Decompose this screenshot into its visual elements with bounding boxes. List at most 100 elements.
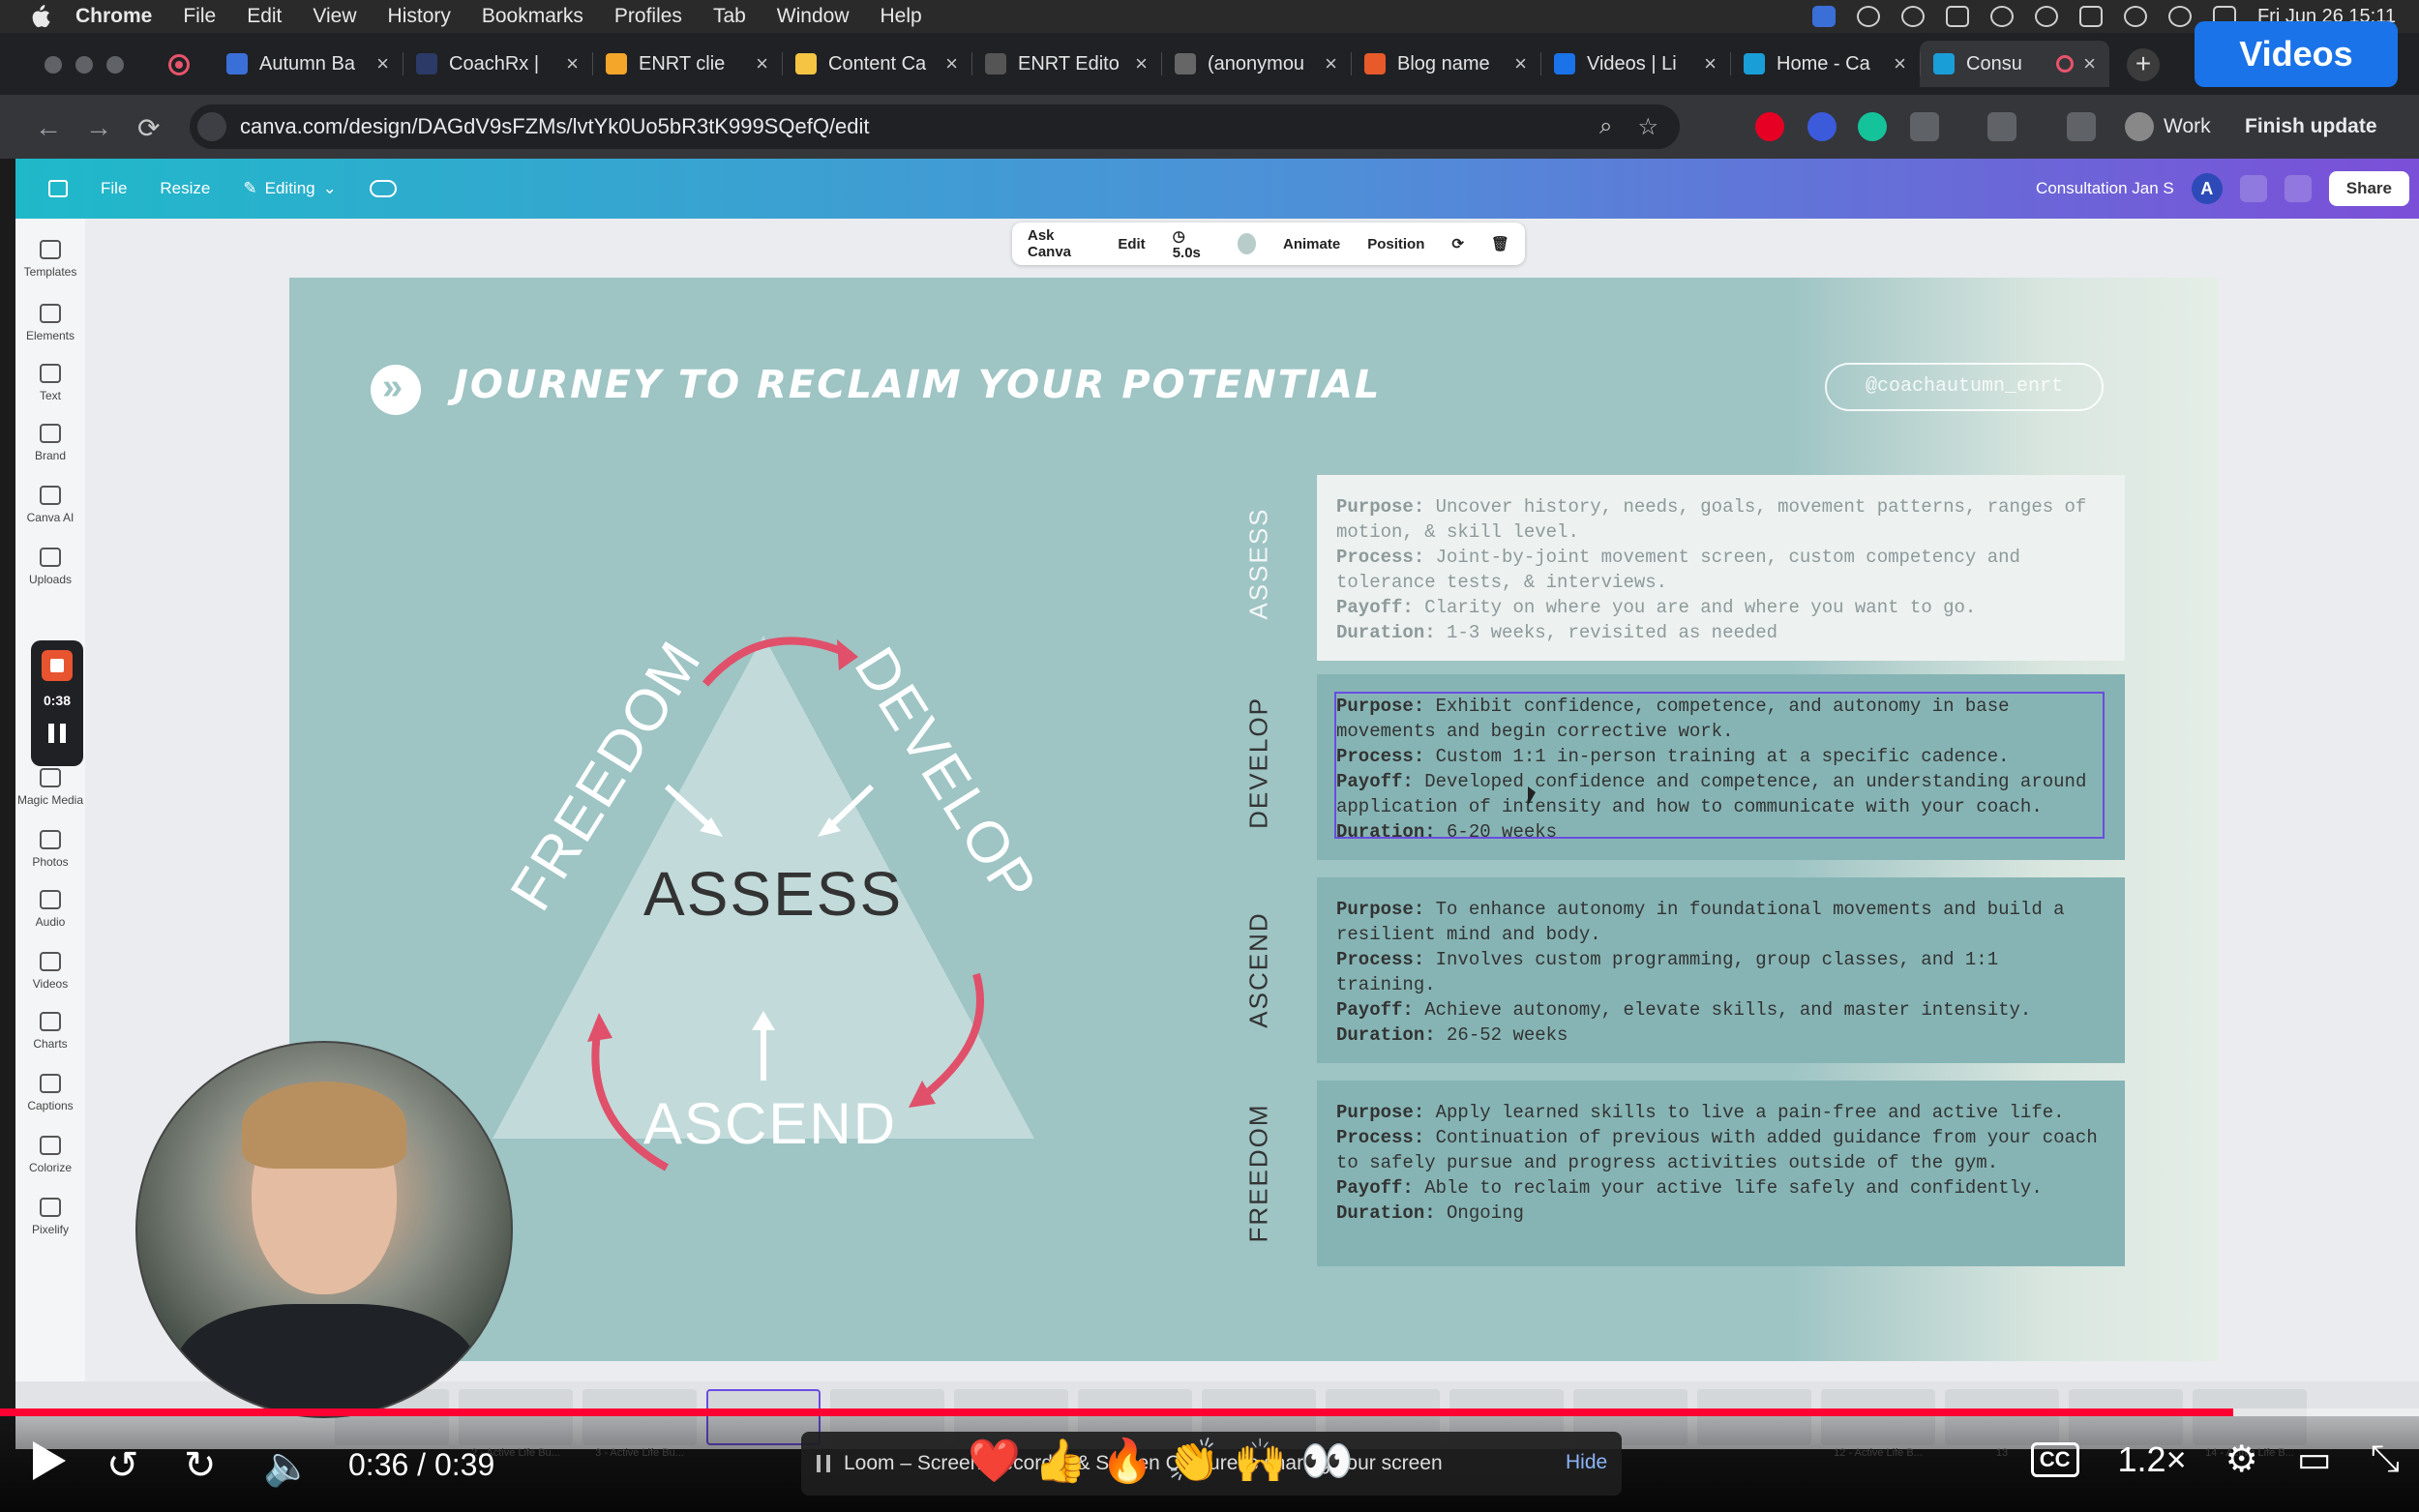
browser-tab[interactable]: CoachRx | × xyxy=(403,41,592,87)
close-tab-icon[interactable]: × xyxy=(1325,51,1337,76)
close-tab-icon[interactable]: × xyxy=(756,51,768,76)
menu-view[interactable]: View xyxy=(313,5,356,28)
ask-canva-button[interactable]: Ask Canva xyxy=(1028,227,1090,260)
settings-gear-icon[interactable]: ⚙ xyxy=(2225,1438,2258,1481)
profile-button[interactable]: Work xyxy=(2125,108,2211,145)
volume-icon[interactable]: 🔈 xyxy=(263,1443,312,1489)
browser-tab[interactable]: ENRT Edito × xyxy=(971,41,1161,87)
browser-tab[interactable]: Consu × xyxy=(1920,41,2109,87)
browser-tab[interactable]: ENRT clie × xyxy=(592,41,782,87)
user-icon[interactable] xyxy=(2034,6,2058,27)
file-menu[interactable]: File xyxy=(101,179,127,198)
menu-history[interactable]: History xyxy=(388,5,451,28)
refresh-icon[interactable]: ⟳ xyxy=(1451,235,1464,252)
sidebar-item-magic-media[interactable]: Magic Media xyxy=(15,768,85,807)
video-progress-bar[interactable] xyxy=(0,1408,2419,1416)
bookmark-star-icon[interactable]: ☆ xyxy=(1637,113,1658,141)
grammarly-icon[interactable] xyxy=(1856,6,1880,27)
position-button[interactable]: Position xyxy=(1367,236,1424,252)
apple-icon[interactable] xyxy=(29,5,50,28)
new-tab-button[interactable]: + xyxy=(2127,48,2160,81)
sidebar-item-charts[interactable]: Charts xyxy=(15,1012,85,1051)
screen-share-icon[interactable] xyxy=(1811,6,1836,27)
reaction-button[interactable]: 👏 xyxy=(1167,1436,1220,1486)
share-button[interactable]: Share xyxy=(2328,171,2409,206)
close-tab-icon[interactable]: × xyxy=(1894,51,1906,76)
extensions-puzzle-icon[interactable] xyxy=(1910,112,1939,141)
extension-icon[interactable] xyxy=(1807,112,1837,141)
insights-chart-icon[interactable] xyxy=(2239,175,2267,202)
captions-button[interactable]: CC xyxy=(2030,1441,2079,1477)
assess-text-box[interactable]: Purpose: Uncover history, needs, goals, … xyxy=(1317,475,2125,661)
close-window-button[interactable] xyxy=(45,56,62,74)
hide-sharing-bar-link[interactable]: Hide xyxy=(1566,1451,1607,1474)
url-text[interactable]: canva.com/design/DAGdV9sFZMs/lvtYk0Uo5bR… xyxy=(240,114,870,139)
sync-icon[interactable] xyxy=(1900,6,1925,27)
menu-app-name[interactable]: Chrome xyxy=(75,5,152,28)
reaction-button[interactable]: ❤️ xyxy=(968,1436,1021,1486)
close-tab-icon[interactable]: × xyxy=(945,51,958,76)
pause-sharing-icon[interactable] xyxy=(817,1455,830,1472)
comment-icon[interactable] xyxy=(2284,175,2312,202)
miniplayer-icon[interactable]: ▭ xyxy=(2297,1438,2332,1481)
media-controls-icon[interactable] xyxy=(2067,112,2096,141)
edit-button[interactable]: Edit xyxy=(1118,236,1145,252)
browser-tab[interactable]: Home - Ca × xyxy=(1730,41,1920,87)
wifi-icon[interactable] xyxy=(2123,6,2147,27)
close-tab-icon[interactable]: × xyxy=(1514,51,1527,76)
cloud-save-status[interactable] xyxy=(369,180,397,197)
battery-icon[interactable] xyxy=(2078,6,2103,27)
selection-frame[interactable] xyxy=(1334,692,2105,839)
play-icon[interactable] xyxy=(33,1441,66,1480)
menu-file[interactable]: File xyxy=(183,5,216,28)
menu-bookmarks[interactable]: Bookmarks xyxy=(482,5,583,28)
display-icon[interactable] xyxy=(1945,6,1969,27)
side-panel-icon[interactable] xyxy=(1987,112,2016,141)
assess-center-label[interactable]: ASSESS xyxy=(643,858,903,930)
menu-window[interactable]: Window xyxy=(777,5,850,28)
home-button[interactable] xyxy=(48,180,68,197)
document-title[interactable]: Consultation Jan S xyxy=(2036,179,2174,198)
minimize-window-button[interactable] xyxy=(75,56,93,74)
back-arrow-icon[interactable]: ← xyxy=(35,112,62,143)
stop-recording-button[interactable] xyxy=(42,650,73,681)
close-tab-icon[interactable]: × xyxy=(1135,51,1148,76)
exit-fullscreen-icon[interactable]: ⤡ xyxy=(2371,1438,2400,1480)
reaction-button[interactable]: 🔥 xyxy=(1101,1436,1154,1486)
sidebar-item-canva-ai[interactable]: Canva AI xyxy=(15,486,85,524)
reaction-button[interactable]: 👀 xyxy=(1300,1436,1354,1486)
sidebar-item-videos[interactable]: Videos xyxy=(15,952,85,991)
browser-tab[interactable]: Autumn Ba × xyxy=(213,41,403,87)
search-icon[interactable] xyxy=(2167,6,2192,27)
reaction-button[interactable]: 👍 xyxy=(1034,1436,1088,1486)
close-tab-icon[interactable]: × xyxy=(2083,51,2096,76)
pause-recording-button[interactable] xyxy=(48,724,66,743)
social-handle[interactable]: @coachautumn_enrt xyxy=(1825,363,2104,411)
user-avatar[interactable]: A xyxy=(2191,173,2223,204)
sidebar-item-captions[interactable]: Captions xyxy=(15,1074,85,1112)
sidebar-item-photos[interactable]: Photos xyxy=(15,830,85,869)
address-bar[interactable]: canva.com/design/DAGdV9sFZMs/lvtYk0Uo5bR… xyxy=(190,104,1680,149)
close-tab-icon[interactable]: × xyxy=(1704,51,1717,76)
freedom-text-box[interactable]: Purpose: Apply learned skills to live a … xyxy=(1317,1081,2125,1266)
play-circle-icon[interactable] xyxy=(1989,6,2014,27)
sidebar-item-brand[interactable]: Brand xyxy=(15,424,85,462)
browser-tab[interactable]: (anonymou × xyxy=(1161,41,1351,87)
menu-help[interactable]: Help xyxy=(881,5,922,28)
reload-icon[interactable]: ⟳ xyxy=(137,112,160,144)
close-tab-icon[interactable]: × xyxy=(566,51,579,76)
sidebar-item-uploads[interactable]: Uploads xyxy=(15,548,85,586)
slide-title[interactable]: JOURNEY TO RECLAIM YOUR POTENTIAL xyxy=(454,363,1381,407)
resize-button[interactable]: Resize xyxy=(160,179,210,198)
pinterest-extension-icon[interactable] xyxy=(1755,112,1784,141)
trash-icon[interactable]: 🗑 xyxy=(1491,235,1509,252)
sidebar-item-colorize[interactable]: Colorize xyxy=(15,1136,85,1174)
videos-overlay-button[interactable]: Videos xyxy=(2195,21,2398,87)
menu-edit[interactable]: Edit xyxy=(247,5,282,28)
close-tab-icon[interactable]: × xyxy=(376,51,389,76)
forward-5-icon[interactable]: ↻ xyxy=(184,1443,217,1488)
forward-arrow-icon[interactable]: → xyxy=(85,112,112,143)
ascend-label[interactable]: ASCEND xyxy=(643,1090,897,1157)
sidebar-item-text[interactable]: Text xyxy=(15,364,85,402)
editing-mode-dropdown[interactable]: ✎ Editing ⌄ xyxy=(243,179,336,198)
